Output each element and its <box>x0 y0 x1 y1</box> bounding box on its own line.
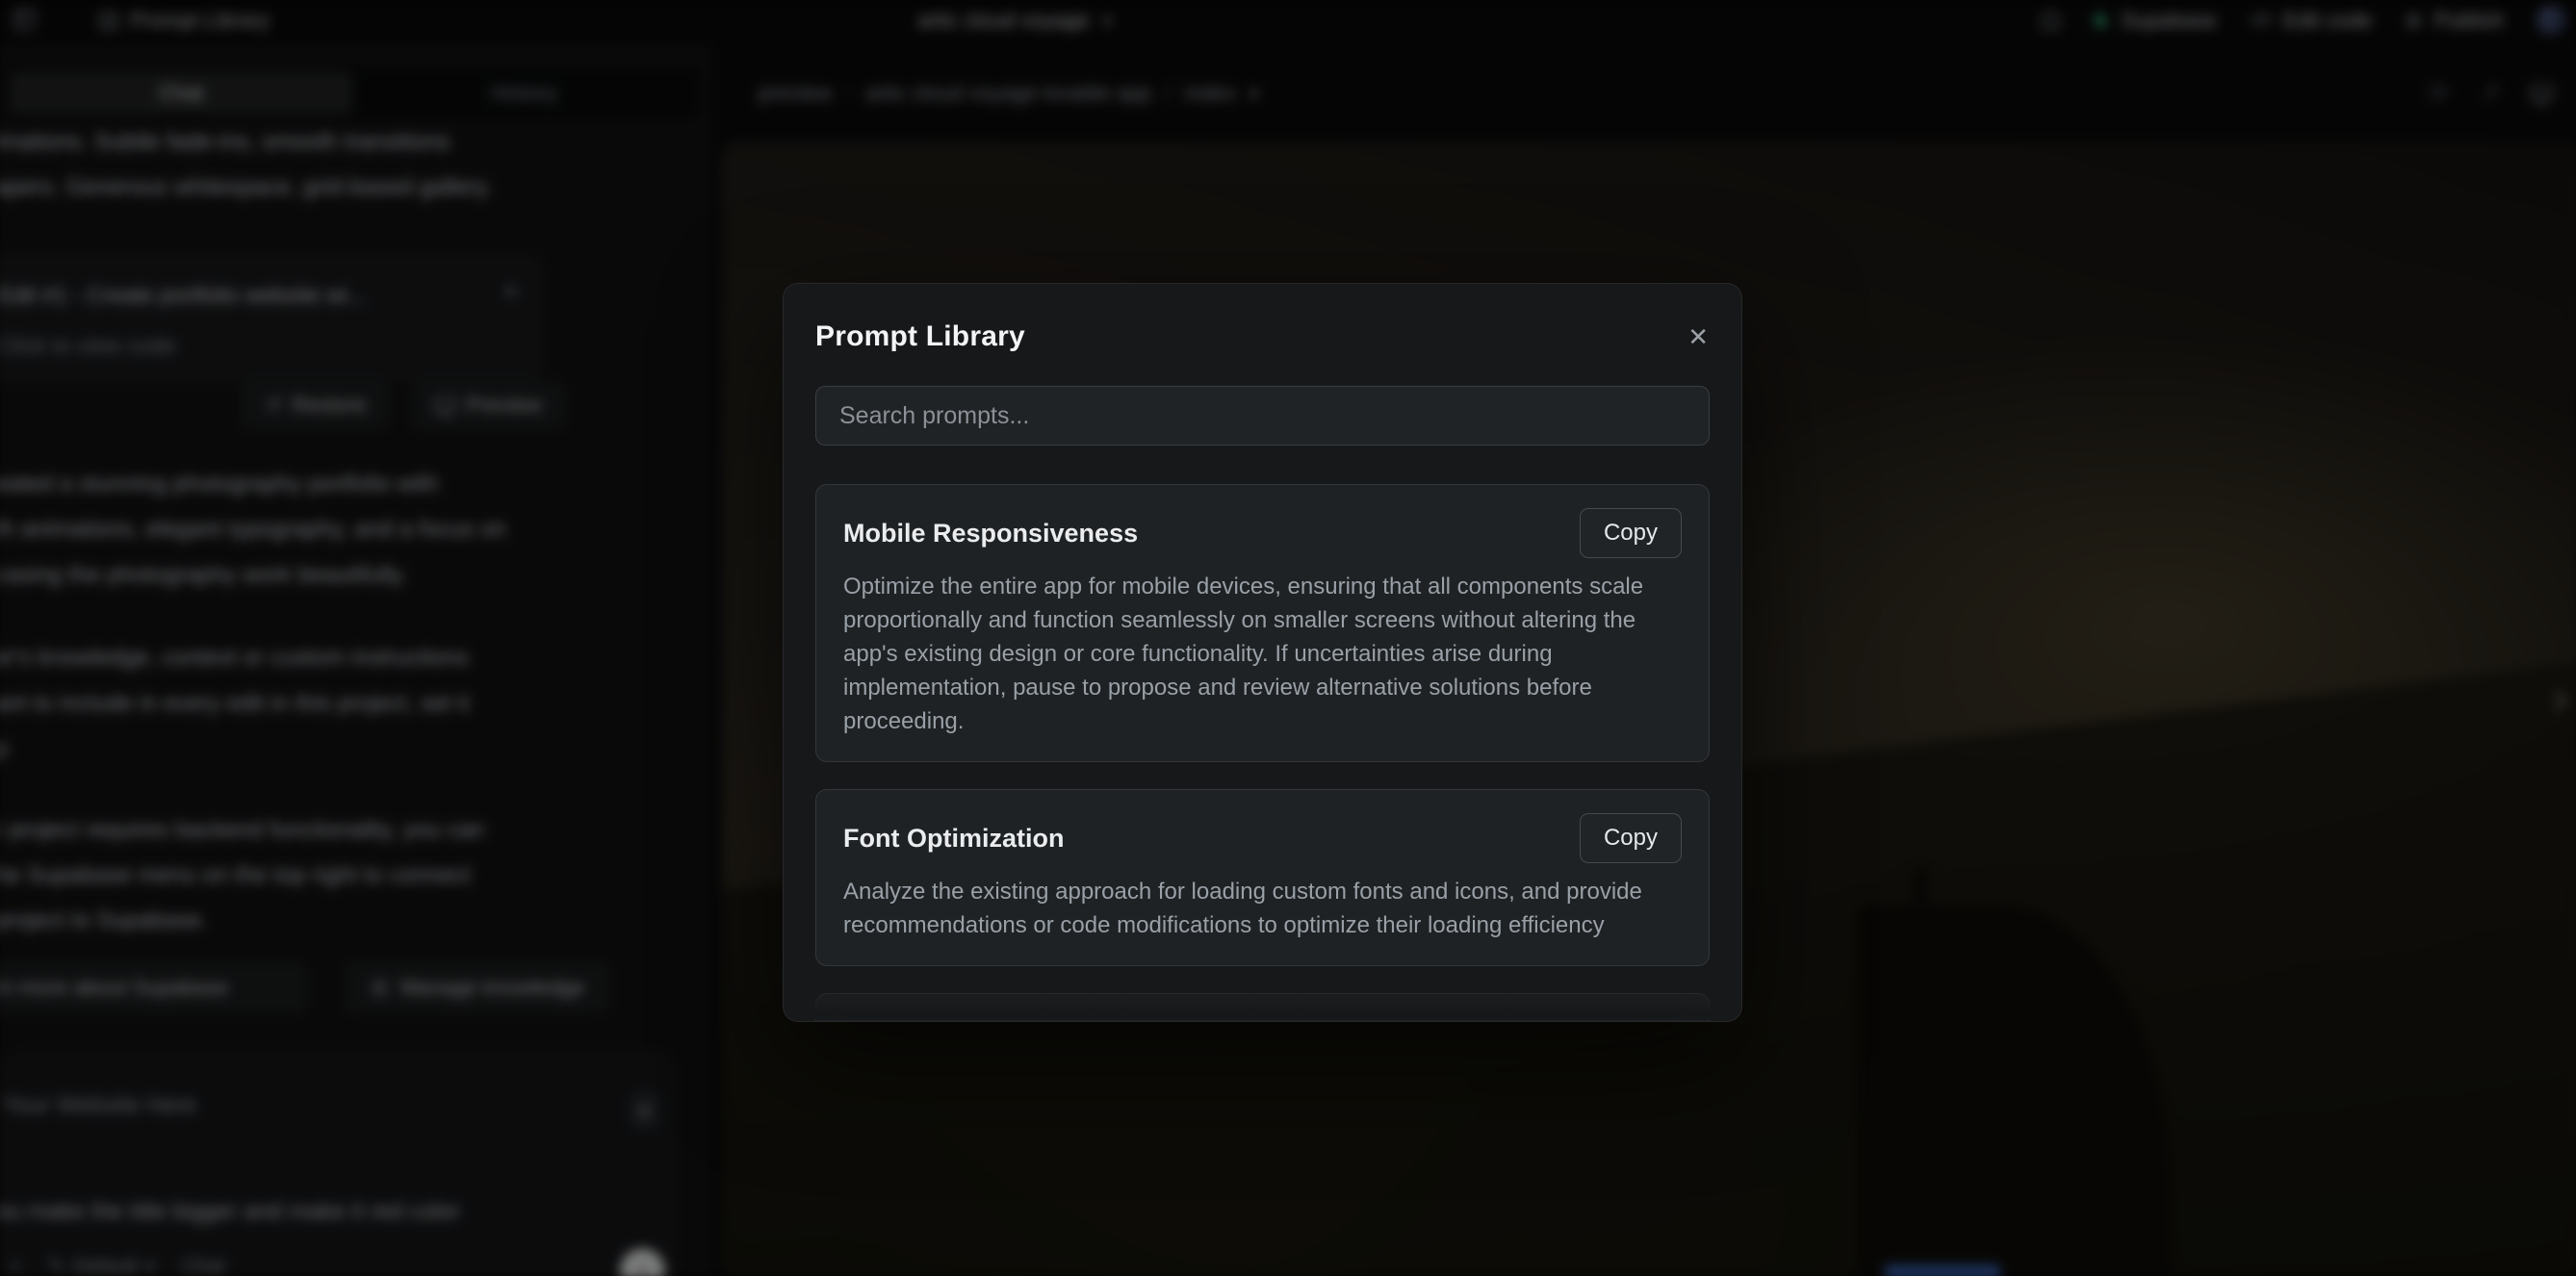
modal-header: Prompt Library ✕ <box>784 284 1741 353</box>
close-icon[interactable]: ✕ <box>1687 322 1709 352</box>
prompt-card-mobile-responsiveness: Mobile Responsiveness Copy Optimize the … <box>815 484 1710 762</box>
prompt-card-font-optimization: Font Optimization Copy Analyze the exist… <box>815 789 1710 966</box>
prompt-card-header: Mobile Responsiveness Copy <box>843 508 1682 558</box>
description-line: implementation, pause to propose and rev… <box>843 671 1682 704</box>
description-line: proceeding. <box>843 704 1682 738</box>
prompt-list: Mobile Responsiveness Copy Optimize the … <box>815 484 1710 1022</box>
prompt-card-header: Font Optimization Copy <box>843 813 1682 863</box>
description-line: Analyze the existing approach for loadin… <box>843 875 1682 908</box>
copy-button[interactable]: Copy <box>1580 508 1682 558</box>
search-box <box>815 386 1710 446</box>
prompt-description: Analyze the existing approach for loadin… <box>843 875 1682 942</box>
description-line: Optimize the entire app for mobile devic… <box>843 570 1682 603</box>
prompt-title: Font Optimization <box>843 824 1064 854</box>
modal-title: Prompt Library <box>815 320 1025 353</box>
description-line: recommendations or code modifications to… <box>843 908 1682 942</box>
search-input[interactable] <box>839 402 1686 430</box>
prompt-title: Mobile Responsiveness <box>843 519 1138 549</box>
screen: Prompt Library artic cloud voyage ▾ Supa… <box>0 0 2576 1276</box>
prompt-description: Optimize the entire app for mobile devic… <box>843 570 1682 738</box>
scroll-fade <box>785 978 1740 1020</box>
description-line: proportionally and function seamlessly o… <box>843 603 1682 637</box>
prompt-library-modal: Prompt Library ✕ Mobile Responsiveness C… <box>783 283 1742 1022</box>
description-line: app's existing design or core functional… <box>843 637 1682 671</box>
copy-button[interactable]: Copy <box>1580 813 1682 863</box>
